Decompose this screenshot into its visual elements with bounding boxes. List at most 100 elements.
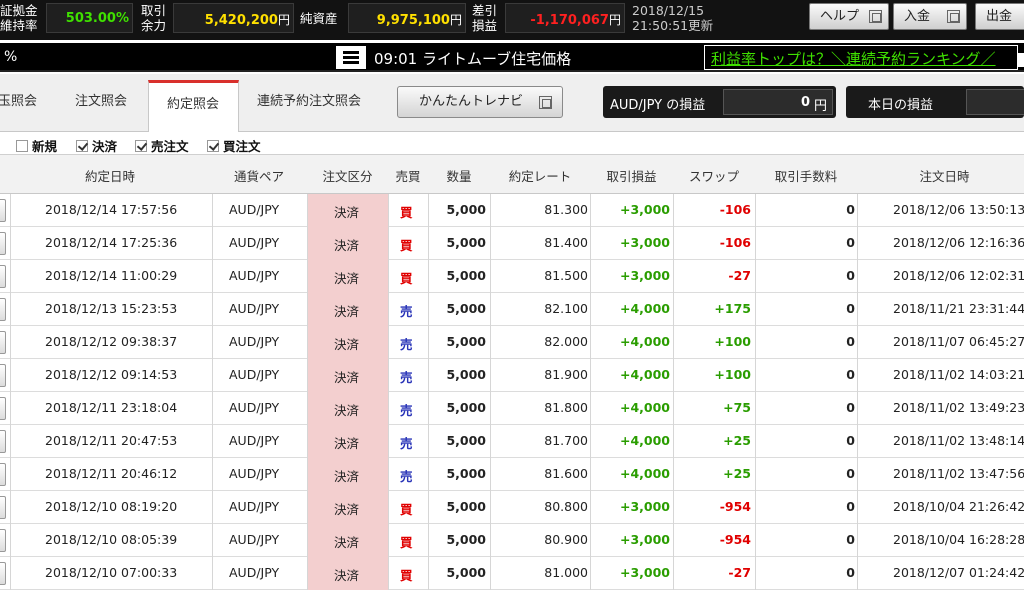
row-select-button[interactable] — [0, 430, 6, 453]
column-divider — [212, 194, 213, 227]
news-headline[interactable]: 09:01 ライトムーブ住宅価格 — [374, 48, 571, 69]
cell-order-date: 2018/11/02 13:47:56 — [893, 466, 1024, 481]
trade-navi-button[interactable]: かんたんトレナビ — [397, 86, 563, 118]
cell-pair: AUD/JPY — [229, 433, 280, 448]
column-divider — [10, 260, 11, 293]
checkbox[interactable] — [135, 140, 147, 152]
column-divider — [307, 260, 308, 293]
column-divider — [490, 359, 491, 392]
deposit-button[interactable]: 入金 — [893, 3, 967, 30]
row-select-button[interactable] — [0, 199, 6, 222]
cell-fee: 0 — [846, 565, 855, 580]
row-select-button[interactable] — [0, 364, 6, 387]
cell-trade-pl: +4,000 — [619, 334, 670, 349]
help-button-label: ヘルプ — [820, 9, 860, 24]
header-swap[interactable]: スワップ — [673, 166, 755, 185]
table-row[interactable]: 2018/12/12 09:38:37 AUD/JPY 決済 売 5,000 82.000… — [0, 326, 1024, 359]
cell-buy-sell: 売 — [400, 469, 413, 484]
promo-link-box[interactable]: 利益率トップは？＼連続予約ランキング／ — [704, 45, 1018, 70]
row-select-button[interactable] — [0, 265, 6, 288]
filter-sell-orders[interactable]: 売注文 — [135, 136, 189, 155]
header-quantity[interactable]: 数量 — [428, 166, 490, 185]
row-select-button[interactable] — [0, 232, 6, 255]
cell-swap: +25 — [723, 466, 751, 481]
pair-pl-unit: 円 — [813, 99, 827, 114]
cell-trade-pl: +4,000 — [619, 433, 670, 448]
checkbox[interactable] — [16, 140, 28, 152]
cell-order-type: 決済 — [334, 535, 360, 550]
row-select-button[interactable] — [0, 562, 6, 585]
cell-order-date: 2018/11/02 13:49:23 — [893, 400, 1024, 415]
column-divider — [857, 425, 858, 458]
column-divider — [755, 260, 756, 293]
header-buy-sell[interactable]: 売買 — [388, 166, 428, 185]
net-assets-box: 9,975,100円 — [348, 3, 466, 33]
column-divider — [590, 491, 591, 524]
filter-new[interactable]: 新規 — [16, 136, 57, 155]
table-row[interactable]: 2018/12/14 17:25:36 AUD/JPY 決済 買 5,000 81.400… — [0, 227, 1024, 260]
cell-fee: 0 — [846, 532, 855, 547]
table-row[interactable]: 2018/12/12 09:14:53 AUD/JPY 決済 売 5,000 81.900… — [0, 359, 1024, 392]
row-select-button[interactable] — [0, 331, 6, 354]
cell-pair: AUD/JPY — [229, 235, 280, 250]
cell-pair: AUD/JPY — [229, 301, 280, 316]
header-exec-rate[interactable]: 約定レート — [490, 166, 590, 185]
column-divider — [755, 491, 756, 524]
checkbox[interactable] — [207, 140, 219, 152]
cell-order-date: 2018/11/02 13:48:14 — [893, 433, 1024, 448]
promo-link[interactable]: 利益率トップは？＼連続予約ランキング／ — [711, 48, 996, 69]
column-divider — [490, 524, 491, 557]
column-divider — [388, 524, 389, 557]
cell-quantity: 5,000 — [446, 334, 486, 349]
column-divider — [212, 359, 213, 392]
header-pair[interactable]: 通貨ペア — [212, 166, 306, 185]
tab-orders[interactable]: 注文照会 — [75, 90, 127, 109]
cell-order-date: 2018/12/06 12:16:36 — [893, 235, 1024, 250]
column-divider — [388, 491, 389, 524]
filter-buy-orders[interactable]: 買注文 — [207, 136, 261, 155]
table-row[interactable]: 2018/12/10 08:05:39 AUD/JPY 決済 買 5,000 80.900… — [0, 524, 1024, 557]
close-icon[interactable] — [1018, 53, 1024, 67]
row-select-button[interactable] — [0, 397, 6, 420]
header-fee[interactable]: 取引手数料 — [755, 166, 857, 185]
row-select-button[interactable] — [0, 298, 6, 321]
column-divider — [590, 392, 591, 425]
row-select-button[interactable] — [0, 496, 6, 519]
popup-window-icon — [539, 96, 552, 109]
column-divider — [212, 458, 213, 491]
table-row[interactable]: 2018/12/11 20:46:12 AUD/JPY 決済 売 5,000 81.600… — [0, 458, 1024, 491]
table-row[interactable]: 2018/12/11 20:47:53 AUD/JPY 決済 売 5,000 81.700… — [0, 425, 1024, 458]
news-list-icon[interactable] — [336, 46, 366, 69]
header-trade-pl[interactable]: 取引損益 — [590, 166, 673, 185]
column-divider — [673, 425, 674, 458]
table-row[interactable]: 2018/12/10 07:00:33 AUD/JPY 決済 買 5,000 81.000… — [0, 557, 1024, 590]
table-row[interactable]: 2018/12/14 11:00:29 AUD/JPY 決済 買 5,000 81.500… — [0, 260, 1024, 293]
table-row[interactable]: 2018/12/10 08:19:20 AUD/JPY 決済 買 5,000 80.800… — [0, 491, 1024, 524]
cell-order-type: 決済 — [334, 469, 360, 484]
tab-executions[interactable]: 約定照会 — [148, 80, 239, 133]
tab-positions[interactable]: 玉照会 — [0, 90, 37, 109]
column-divider — [388, 260, 389, 293]
news-ticker-bar: % 09:01 ライトムーブ住宅価格 利益率トップは？＼連続予約ランキング／ — [0, 43, 1024, 72]
trade-navi-label: かんたんトレナビ — [419, 94, 524, 109]
header-order-type[interactable]: 注文区分 — [307, 166, 388, 185]
pair-pl-label: AUD/JPY の損益 — [610, 98, 706, 113]
row-select-button[interactable] — [0, 463, 6, 486]
withdraw-button[interactable]: 出金 — [975, 3, 1024, 30]
header-exec-date[interactable]: 約定日時 — [10, 166, 210, 185]
cell-fee: 0 — [846, 202, 855, 217]
popup-window-icon — [869, 10, 882, 23]
table-row[interactable]: 2018/12/14 17:57:56 AUD/JPY 決済 買 5,000 81.300… — [0, 194, 1024, 227]
header-order-date[interactable]: 注文日時 — [857, 166, 1024, 185]
tab-chain-orders[interactable]: 連続予約注文照会 — [257, 90, 361, 109]
margin-ratio-box: 503.00% — [46, 3, 133, 33]
table-row[interactable]: 2018/12/13 15:23:53 AUD/JPY 決済 売 5,000 82.100… — [0, 293, 1024, 326]
cell-order-type: 決済 — [334, 205, 360, 220]
filter-settlement[interactable]: 決済 — [76, 136, 117, 155]
help-button[interactable]: ヘルプ — [809, 3, 889, 30]
column-divider — [857, 392, 858, 425]
row-select-button[interactable] — [0, 529, 6, 552]
column-divider — [673, 458, 674, 491]
table-row[interactable]: 2018/12/11 23:18:04 AUD/JPY 決済 売 5,000 81.800… — [0, 392, 1024, 425]
checkbox[interactable] — [76, 140, 88, 152]
